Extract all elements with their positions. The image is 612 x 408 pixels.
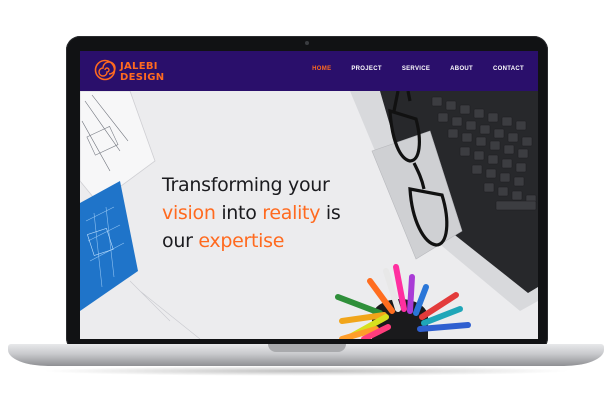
brand-line2: DESIGN — [120, 72, 165, 83]
headline-line1: Transforming your — [162, 174, 330, 196]
laptop-screen: JALEBI DESIGN HOME PROJECT SERVICE ABOUT… — [80, 51, 538, 339]
nav-contact[interactable]: CONTACT — [493, 66, 524, 72]
headline-line2: vision into reality is — [162, 199, 341, 227]
nav-home[interactable]: HOME — [312, 66, 331, 72]
nav-service[interactable]: SERVICE — [402, 66, 430, 72]
headline-word-is: is — [320, 202, 341, 224]
headline-line3: our expertise — [162, 227, 340, 255]
nav-project[interactable]: PROJECT — [351, 66, 381, 72]
main-menu: HOME PROJECT SERVICE ABOUT CONTACT — [312, 66, 524, 72]
spiral-logo-icon[interactable] — [94, 59, 116, 81]
laptop-shadow — [40, 366, 572, 376]
headline-word-reality: reality — [262, 202, 321, 224]
hero-section: Transforming your vision into reality is… — [80, 91, 538, 339]
nav-about[interactable]: ABOUT — [450, 66, 473, 72]
brand-logo[interactable]: JALEBI DESIGN — [120, 61, 164, 83]
headline-word-our: our — [162, 230, 199, 252]
brand-line1: JALEBI — [120, 61, 158, 72]
top-navbar: JALEBI DESIGN HOME PROJECT SERVICE ABOUT… — [80, 51, 538, 91]
webcam — [305, 41, 309, 45]
headline-word-vision: vision — [162, 202, 216, 224]
headline-word-expertise: expertise — [198, 230, 285, 252]
hero-headline: Transforming your vision into reality is… — [162, 171, 341, 255]
headline-word-into: into — [215, 202, 263, 224]
laptop-notch — [268, 344, 346, 352]
